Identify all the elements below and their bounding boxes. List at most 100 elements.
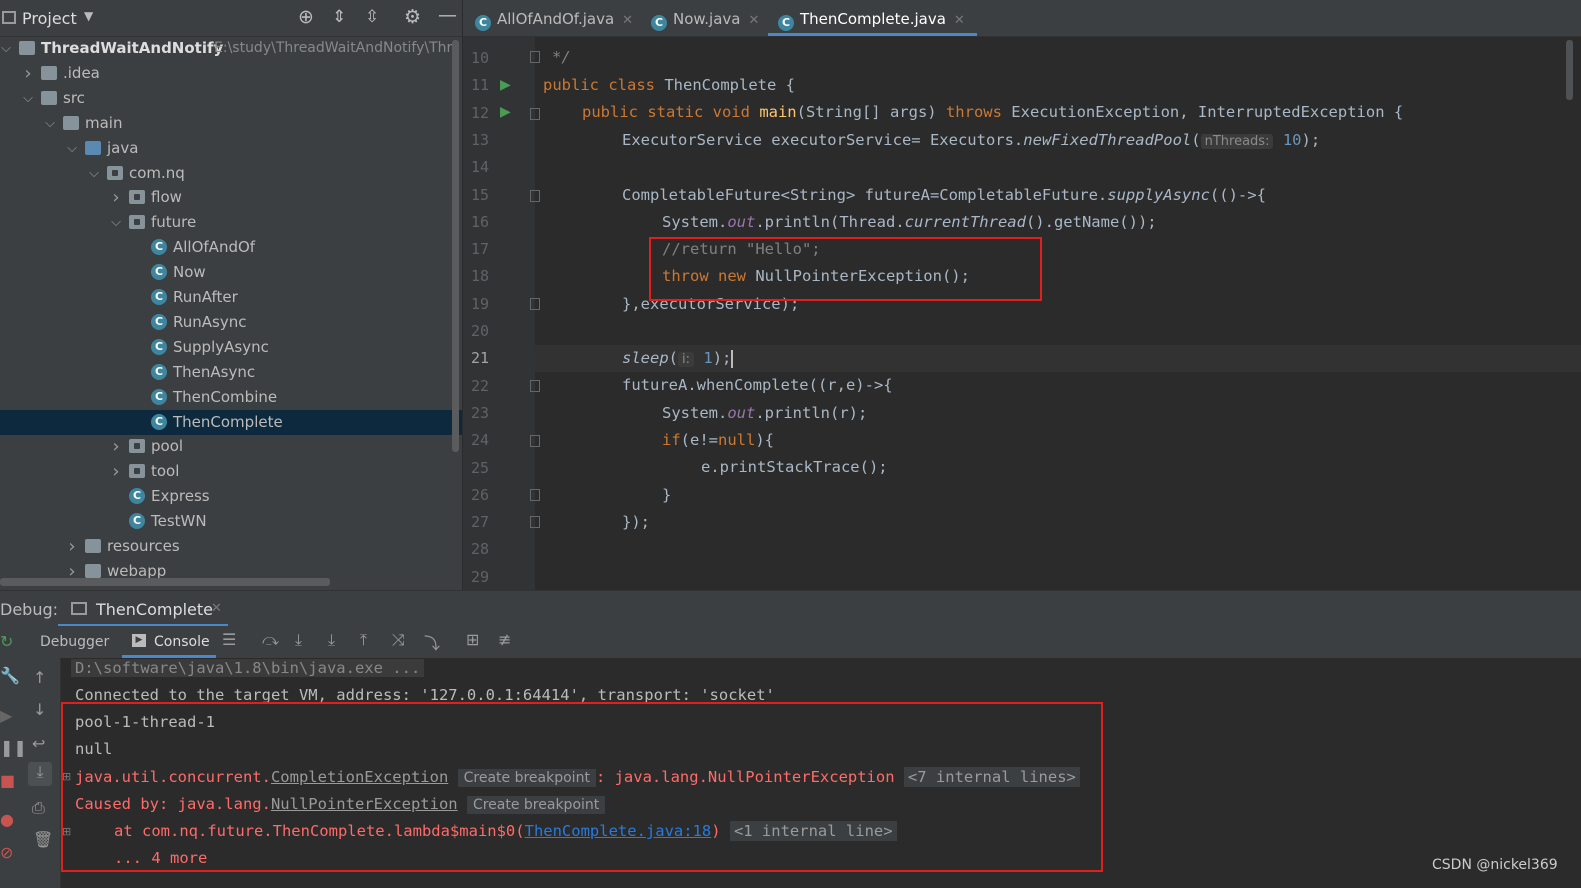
chevron-right-icon[interactable]: › — [65, 534, 79, 559]
tree-item-tool[interactable]: › tool — [0, 459, 462, 484]
code-line-22: futureA.whenComplete((r,e)->{ — [622, 376, 893, 394]
gear-icon[interactable]: ⚙ — [404, 6, 421, 28]
resume-icon[interactable]: ▶ — [0, 706, 12, 725]
tree-item-label: com.nq — [129, 163, 185, 182]
tree-item-java[interactable]: ⌵ java — [0, 136, 462, 161]
tree-item-testwn[interactable]: C TestWN — [0, 509, 462, 534]
chevron-right-icon[interactable]: › — [21, 61, 35, 86]
line-number: 15 — [470, 185, 489, 204]
up-arrow-icon[interactable]: ↑ — [33, 668, 46, 687]
chevron-down-icon[interactable]: ⌵ — [65, 136, 79, 161]
line-number: 18 — [470, 267, 489, 286]
console-icon: ▶ — [132, 634, 146, 647]
folder-icon — [41, 65, 57, 80]
run-to-cursor-icon[interactable]: ⤵ — [424, 630, 440, 654]
collapse-all-icon[interactable]: ⇳ — [365, 7, 379, 27]
menu-icon[interactable]: ☰ — [222, 630, 236, 649]
step-into-icon[interactable]: ⤓ — [328, 630, 335, 650]
step-over-icon[interactable]: ⤓ — [295, 630, 302, 650]
tree-item-runafter[interactable]: C RunAfter — [0, 285, 462, 310]
tree-item-threadwaitandnotify[interactable]: ⌵ ThreadWaitAndNotify E:\study\ThreadWaitA… — [0, 36, 462, 61]
chevron-down-icon[interactable]: ⌵ — [109, 210, 123, 235]
print-icon[interactable]: ⎙ — [32, 798, 45, 818]
fold-icon[interactable] — [530, 298, 540, 310]
tree-item-label: .idea — [63, 63, 100, 82]
tree-item-now[interactable]: C Now — [0, 260, 462, 285]
close-icon[interactable]: ✕ — [954, 13, 965, 28]
tree-item-supplyasync[interactable]: C SupplyAsync — [0, 335, 462, 360]
locate-icon[interactable]: ⊕ — [298, 6, 314, 28]
tree-item-main[interactable]: ⌵ main — [0, 111, 462, 136]
project-view-icon[interactable] — [2, 11, 16, 24]
trace-icon[interactable]: ≢ — [498, 630, 511, 649]
tree-item-future[interactable]: ⌵ future — [0, 210, 462, 235]
rerun-icon[interactable]: ↻ — [0, 632, 13, 651]
line-number: 20 — [470, 322, 489, 340]
tree-item-express[interactable]: C Express — [0, 484, 462, 509]
chevron-down-icon[interactable]: ⌵ — [21, 86, 35, 111]
chevron-right-icon[interactable]: › — [109, 459, 123, 484]
chevron-down-icon[interactable]: ⌵ — [43, 111, 57, 136]
tree-vertical-scrollbar[interactable] — [452, 40, 459, 452]
show-execution-point-icon[interactable]: ⤼ — [262, 630, 279, 650]
module-icon — [19, 41, 35, 55]
tab-allofandof[interactable]: C AllOfAndOf.java ✕ — [475, 0, 633, 36]
tree-item-thenasync[interactable]: C ThenAsync — [0, 360, 462, 385]
fold-icon[interactable] — [530, 108, 540, 120]
chevron-down-icon[interactable]: ⌵ — [87, 161, 101, 186]
fold-icon[interactable] — [530, 516, 540, 528]
tree-item-runasync[interactable]: C RunAsync — [0, 310, 462, 335]
fold-icon[interactable] — [530, 190, 540, 202]
fold-icon[interactable] — [530, 435, 540, 447]
tree-item-allofandof[interactable]: C AllOfAndOf — [0, 235, 462, 260]
code-text: ){ — [755, 431, 774, 449]
fold-icon[interactable] — [530, 51, 540, 63]
scroll-to-end-icon[interactable]: ⤓ — [28, 762, 52, 786]
close-icon[interactable]: ✕ — [749, 13, 760, 28]
class-icon: C — [151, 239, 167, 256]
run-icon[interactable]: ▶ — [500, 104, 511, 120]
expand-all-icon[interactable]: ⇕ — [332, 7, 346, 27]
tree-item-src[interactable]: ⌵ src — [0, 86, 462, 111]
evaluate-icon[interactable]: ⊞ — [466, 630, 479, 649]
view-breakpoints-icon[interactable]: ● — [0, 810, 14, 829]
wrench-icon[interactable]: 🔧 — [0, 666, 20, 685]
fold-icon[interactable] — [530, 380, 540, 392]
watermark: CSDN @nickel369 — [1432, 857, 1558, 873]
line-number: 19 — [470, 294, 489, 313]
chevron-down-icon[interactable]: ▼ — [84, 9, 93, 23]
tree-item-idea[interactable]: › .idea — [0, 61, 462, 86]
tab-thencomplete[interactable]: C ThenComplete.java ✕ — [768, 0, 977, 36]
stop-icon[interactable]: ■ — [0, 771, 15, 790]
tree-horizontal-scrollbar[interactable] — [0, 578, 330, 586]
chevron-right-icon[interactable]: › — [109, 434, 123, 459]
debug-header: Debug: ThenComplete ✕ — [0, 590, 1581, 627]
close-icon[interactable]: ✕ — [211, 601, 222, 616]
tree-item-pool[interactable]: › pool — [0, 434, 462, 459]
code-scrollbar[interactable] — [1566, 40, 1573, 100]
chevron-down-icon[interactable]: ⌵ — [0, 36, 13, 61]
tree-item-label: flow — [151, 188, 182, 207]
project-panel-title[interactable]: Project — [22, 9, 77, 28]
tree-item-thencomplete[interactable]: C ThenComplete — [0, 409, 462, 435]
tree-item-label: pool — [151, 437, 184, 456]
fold-icon[interactable] — [530, 489, 540, 501]
pause-icon[interactable]: ❚❚ — [0, 738, 27, 757]
tab-now[interactable]: C Now.java ✕ — [651, 0, 759, 36]
soft-wrap-icon[interactable]: ↩ — [32, 734, 45, 753]
tree-item-flow[interactable]: › flow — [0, 185, 462, 210]
tree-item-thencombine[interactable]: C ThenCombine — [0, 385, 462, 410]
mute-breakpoints-icon[interactable]: ⊘ — [0, 843, 13, 862]
code-text: futureA.whenComplete((r,e)->{ — [622, 376, 893, 394]
tree-item-com-nq[interactable]: ⌵ com.nq — [0, 161, 462, 186]
chevron-right-icon[interactable]: › — [109, 185, 123, 210]
debugger-tab[interactable]: Debugger — [40, 634, 109, 650]
tree-item-resources[interactable]: › resources — [0, 534, 462, 559]
trash-icon[interactable]: 🗑 — [33, 830, 53, 849]
close-icon[interactable]: ✕ — [622, 13, 633, 28]
step-out-icon[interactable]: ⤒ — [360, 630, 367, 650]
down-arrow-icon[interactable]: ↓ — [33, 700, 46, 719]
hide-icon[interactable]: — — [438, 4, 457, 26]
drop-frame-icon[interactable]: ⤨ — [392, 630, 405, 650]
run-icon[interactable]: ▶ — [500, 77, 511, 93]
